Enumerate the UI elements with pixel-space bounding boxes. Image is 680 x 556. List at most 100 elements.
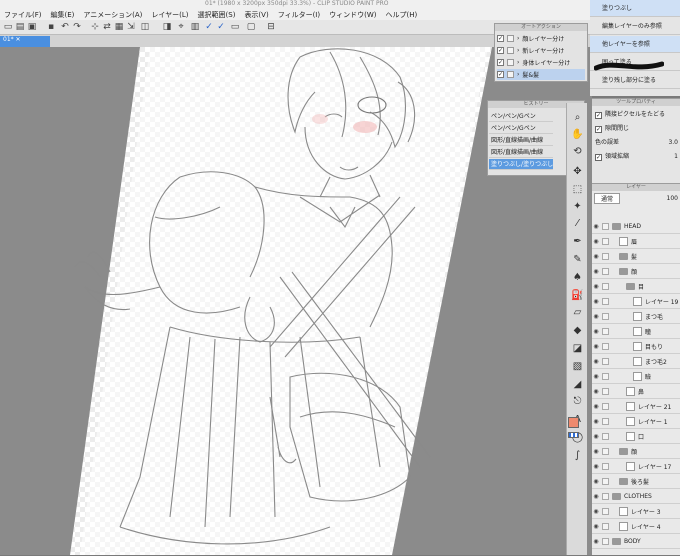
main-color-swatch[interactable] — [568, 417, 579, 428]
auto-action-item[interactable]: ✓ › 顔レイヤー分け — [497, 33, 585, 44]
eye-icon[interactable]: ◉ — [592, 493, 600, 500]
layer-row[interactable]: ◉ 瞳 — [592, 325, 680, 339]
layer-row[interactable]: ◉ レイヤー 19 — [592, 295, 680, 309]
lock-icon[interactable] — [602, 253, 609, 260]
history-item[interactable]: 図形/直線描画/曲線 — [489, 147, 553, 158]
deselect-icon[interactable]: ⊹ — [90, 22, 100, 32]
checkbox-icon[interactable] — [507, 59, 514, 66]
sub-tool-item-selected[interactable]: 塗りつぶし — [590, 0, 680, 17]
eye-icon[interactable]: ◉ — [592, 223, 600, 230]
sub-tool-item[interactable]: 他レイヤーを参照 — [590, 36, 680, 53]
redo-icon[interactable]: ↷ — [72, 22, 82, 32]
invert-icon[interactable]: ⇄ — [102, 22, 112, 32]
eye-icon[interactable]: ◉ — [592, 268, 600, 275]
menu-view[interactable]: 表示(V) — [244, 10, 268, 20]
lock-icon[interactable] — [602, 223, 609, 230]
eye-icon[interactable]: ◉ — [592, 418, 600, 425]
zoom-icon[interactable]: ⌕ — [571, 111, 584, 124]
check-icon[interactable]: ✓ — [497, 59, 504, 66]
history-item[interactable]: ペン/ペン/Gペン — [489, 111, 553, 122]
sub-tool-item[interactable]: 編集レイヤーのみ参照 — [590, 18, 680, 35]
eye-icon[interactable]: ◉ — [592, 283, 600, 290]
tool-property-row[interactable]: ✓ 隙間閉じ — [595, 123, 678, 135]
lock-icon[interactable] — [602, 493, 609, 500]
eye-icon[interactable]: ◉ — [592, 358, 600, 365]
layer-row[interactable]: ◉ 目 — [592, 280, 680, 294]
sub-color-swatch[interactable] — [568, 432, 579, 438]
eye-icon[interactable]: ◉ — [592, 388, 600, 395]
eye-icon[interactable]: ◉ — [592, 478, 600, 485]
layer-row[interactable]: ◉ レイヤー 17 — [592, 460, 680, 474]
lock-icon[interactable] — [602, 448, 609, 455]
snap-icon[interactable]: ⌖ — [176, 22, 186, 32]
layer-row[interactable]: ◉ CLOTHES — [592, 490, 680, 504]
select-icon[interactable]: ⬚ — [571, 183, 584, 196]
stabilize-icon[interactable]: ✓ — [216, 22, 226, 32]
check-icon[interactable]: ✓ — [497, 47, 504, 54]
eye-icon[interactable]: ◉ — [592, 328, 600, 335]
layer-row[interactable]: ◉ まつ毛 — [592, 310, 680, 324]
open-icon[interactable]: ▤ — [15, 22, 25, 32]
layer-row[interactable]: ◉ まつ毛2 — [592, 355, 680, 369]
eye-icon[interactable]: ◉ — [592, 403, 600, 410]
eye-icon[interactable]: ◉ — [592, 373, 600, 380]
eraser-icon[interactable]: ▱ — [571, 306, 584, 319]
auto-action-item[interactable]: ✓ › 髪&髪 — [497, 69, 585, 80]
eye-icon[interactable]: ◉ — [592, 508, 600, 515]
tool-property-row[interactable]: ✓ 隣接ピクセルをたどる — [595, 109, 678, 121]
sub-tool-item[interactable]: 塗り残し部分に塗る — [590, 72, 680, 89]
rotate-icon[interactable]: ⟲ — [571, 145, 584, 158]
check-icon[interactable]: ✓ — [497, 35, 504, 42]
undo-icon[interactable]: ↶ — [60, 22, 70, 32]
pencil-icon[interactable]: ✎ — [571, 253, 584, 266]
lock-icon[interactable] — [602, 388, 609, 395]
brush-icon[interactable]: ♠ — [571, 271, 584, 284]
pen-tool-icon[interactable]: ✒ — [571, 235, 584, 248]
lock-icon[interactable] — [602, 343, 609, 350]
eyedropper-icon[interactable]: ⁄ — [571, 217, 584, 230]
eye-icon[interactable]: ◉ — [592, 433, 600, 440]
auto-action-item[interactable]: ✓ › 身体レイヤー分け — [497, 57, 585, 68]
ruler-snap-icon[interactable]: ▭ — [230, 22, 240, 32]
lock-icon[interactable] — [602, 328, 609, 335]
layer-row[interactable]: ◉ 鼻 — [592, 385, 680, 399]
layer-row[interactable]: ◉ 後ろ髪 — [592, 475, 680, 489]
layer-row[interactable]: ◉ 口 — [592, 430, 680, 444]
check-icon[interactable]: ✓ — [595, 111, 602, 119]
menu-edit[interactable]: 編集(E) — [51, 10, 75, 20]
checkbox-icon[interactable] — [507, 47, 514, 54]
auto-action-item[interactable]: ✓ › 新レイヤー分け — [497, 45, 585, 56]
lock-icon[interactable] — [602, 268, 609, 275]
blend-mode-select[interactable]: 通常 — [594, 192, 621, 204]
menu-layer[interactable]: レイヤー(L) — [151, 10, 188, 20]
menu-help[interactable]: ヘルプ(H) — [385, 10, 417, 20]
menu-window[interactable]: ウィンドウ(W) — [329, 10, 376, 20]
history-item[interactable]: 図形/直線描画/曲線 — [489, 135, 553, 146]
eye-icon[interactable]: ◉ — [592, 343, 600, 350]
check-icon[interactable]: ✓ — [497, 71, 504, 78]
layer-row[interactable]: ◉ 目もり — [592, 340, 680, 354]
figure-icon[interactable]: ◢ — [571, 378, 584, 391]
history-item-selected[interactable]: 塗りつぶし/塗りつぶし/他レイヤー — [489, 159, 553, 170]
guide-icon[interactable]: ▥ — [190, 22, 200, 32]
lock-icon[interactable] — [602, 508, 609, 515]
checkbox-icon[interactable] — [507, 35, 514, 42]
tool-property-value[interactable]: 1 — [674, 151, 678, 163]
tool-property-value[interactable]: 3.0 — [668, 137, 678, 149]
eye-icon[interactable]: ◉ — [592, 523, 600, 530]
eye-icon[interactable]: ◉ — [592, 238, 600, 245]
pen-icon[interactable]: ✓ — [204, 22, 214, 32]
lock-icon[interactable] — [602, 433, 609, 440]
check-icon[interactable]: ✓ — [595, 125, 602, 133]
lock-icon[interactable] — [602, 358, 609, 365]
eye-icon[interactable]: ◉ — [592, 313, 600, 320]
history-item[interactable]: ペン/ペン/Gペン — [489, 123, 553, 134]
layer-row[interactable]: ◉ 眉 — [592, 235, 680, 249]
grid-icon[interactable]: ▦ — [114, 22, 124, 32]
menu-select[interactable]: 選択範囲(S) — [198, 10, 236, 20]
lock-icon[interactable] — [602, 313, 609, 320]
show-selection-icon[interactable]: ◫ — [140, 22, 150, 32]
layer-row[interactable]: ◉ レイヤー 1 — [592, 415, 680, 429]
hand-icon[interactable]: ✋ — [571, 128, 584, 141]
menu-file[interactable]: ファイル(F) — [4, 10, 42, 20]
